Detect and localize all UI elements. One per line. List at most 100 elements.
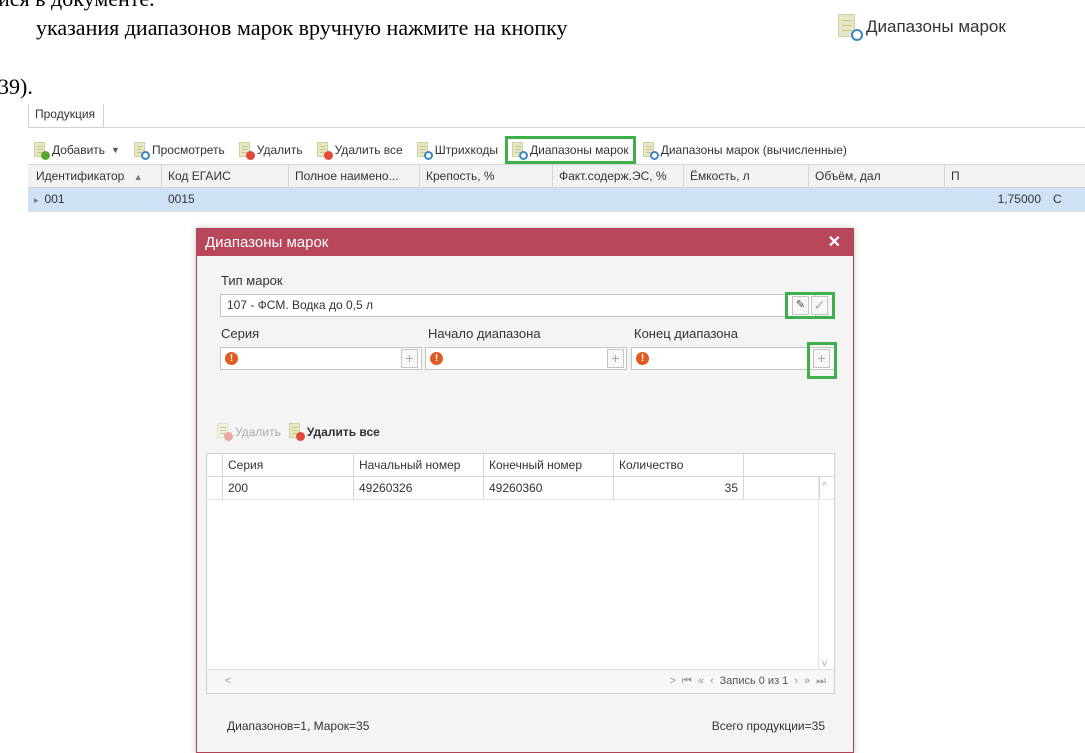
range-start-input[interactable] xyxy=(425,347,627,370)
delete-button[interactable]: Удалить xyxy=(233,137,309,163)
doc-text-line-3: 39). xyxy=(0,74,33,99)
ranges-grid-header: Серия Начальный номер Конечный номер Кол… xyxy=(207,454,834,477)
column-header-more[interactable]: П xyxy=(945,165,985,187)
plus-icon[interactable]: + xyxy=(607,349,624,368)
row-indicator-icon: ▸ xyxy=(34,195,39,205)
table-row[interactable]: ▸ 001 0015 1,75000 С xyxy=(28,188,1085,212)
vertical-scrollbar[interactable]: ^ v xyxy=(818,477,834,671)
edit-pencil-icon[interactable]: ✎ xyxy=(792,296,809,315)
dialog-title: Диапазоны марок xyxy=(205,234,329,251)
dialog-title-bar: Диапазоны марок ✕ xyxy=(197,229,853,256)
series-label: Серия xyxy=(221,326,260,341)
first-page-icon[interactable]: ⏮ xyxy=(682,675,692,688)
document-delete-icon xyxy=(238,141,255,160)
error-icon: ! xyxy=(636,352,649,365)
dialog-toolbar: Удалить Удалить все xyxy=(217,423,380,441)
series-input[interactable] xyxy=(220,347,422,370)
column-header-series[interactable]: Серия xyxy=(223,454,354,476)
sort-ascending-icon: ▲ xyxy=(133,172,143,182)
doc-text-line-1: ися в документе. xyxy=(0,0,155,12)
status-ranges-count: Диапазонов=1, Марок=35 xyxy=(227,719,370,733)
stamp-ranges-calc-button-label: Диапазоны марок (вычисленные) xyxy=(660,143,847,157)
column-header-fact-content[interactable]: Факт.содерж.ЭС, % xyxy=(553,165,684,187)
table-row[interactable]: 200 49260326 49260360 35 xyxy=(207,477,834,500)
column-header-count[interactable]: Количество xyxy=(614,454,744,476)
stamp-ranges-button[interactable]: Диапазоны марок xyxy=(504,136,636,164)
view-button[interactable]: Просмотреть xyxy=(128,137,231,163)
pager-record-text: Запись 0 из 1 xyxy=(719,675,789,687)
document-view-icon xyxy=(838,14,863,41)
column-header-start-number[interactable]: Начальный номер xyxy=(354,454,484,476)
error-icon: ! xyxy=(225,352,238,365)
next-page-fast-icon[interactable]: » xyxy=(804,675,810,688)
row-end-number: 49260360 xyxy=(484,477,614,499)
check-icon[interactable]: ✓ xyxy=(811,296,828,315)
add-button[interactable]: Добавить ▼ xyxy=(28,137,126,163)
stamp-ranges-button-label: Диапазоны марок xyxy=(529,143,629,157)
dialog-delete-all-label: Удалить все xyxy=(306,424,380,439)
scroll-left-icon[interactable]: < xyxy=(225,675,231,687)
document-view-icon xyxy=(416,141,433,160)
doc-stamp-ranges-button-image: Диапазоны марок xyxy=(838,12,1006,42)
products-grid-header: Идентификатор ▲ Код ЕГАИС Полное наимено… xyxy=(28,164,1085,188)
view-button-label: Просмотреть xyxy=(151,143,225,157)
column-header-id-label: Идентификатор xyxy=(36,169,125,183)
error-icon: ! xyxy=(430,352,443,365)
column-header-full-name[interactable]: Полное наимено... xyxy=(289,165,420,187)
tab-products[interactable]: Продукция xyxy=(28,104,105,128)
column-header-volume[interactable]: Объём, дал xyxy=(809,165,945,187)
delete-all-button-label: Удалить все xyxy=(334,143,403,157)
row-series: 200 xyxy=(223,477,354,499)
last-page-icon[interactable]: ⏭ xyxy=(816,675,826,688)
column-header-capacity[interactable]: Ёмкость, л xyxy=(684,165,809,187)
prev-page-icon[interactable]: ‹ xyxy=(710,675,714,688)
scroll-down-icon[interactable]: v xyxy=(822,658,827,669)
dialog-delete-button[interactable]: Удалить xyxy=(217,423,281,441)
pager: > ⏮ « ‹ Запись 0 из 1 › » ⏭ xyxy=(669,675,826,688)
ranges-grid-footer: < > ⏮ « ‹ Запись 0 из 1 › » ⏭ xyxy=(207,669,834,693)
dialog-delete-all-button[interactable]: Удалить все xyxy=(288,423,380,441)
range-end-input[interactable] xyxy=(631,347,835,370)
stamp-type-field[interactable]: 107 - ФСМ. Водка до 0,5 л xyxy=(220,294,816,317)
tab-bar: Продукция xyxy=(28,104,1085,128)
next-page-icon[interactable]: › xyxy=(794,675,798,688)
range-start-label: Начало диапазона xyxy=(428,326,541,341)
row-start-number: 49260326 xyxy=(354,477,484,499)
stamp-type-label: Тип марок xyxy=(221,273,283,288)
row-id: 001 xyxy=(44,192,65,206)
document-view-icon xyxy=(133,141,150,160)
close-icon[interactable]: ✕ xyxy=(828,232,841,252)
delete-all-button[interactable]: Удалить все xyxy=(311,137,409,163)
stamp-ranges-calc-button[interactable]: Диапазоны марок (вычисленные) xyxy=(637,137,853,163)
delete-button-label: Удалить xyxy=(256,143,303,157)
stamp-ranges-dialog: Диапазоны марок ✕ Тип марок 107 - ФСМ. В… xyxy=(196,228,854,753)
range-end-label: Конец диапазона xyxy=(634,326,738,341)
chevron-down-icon: ▼ xyxy=(111,145,120,155)
document-delete-icon xyxy=(217,423,233,441)
scroll-right-icon[interactable]: > xyxy=(669,675,675,688)
ranges-grid: Серия Начальный номер Конечный номер Кол… xyxy=(206,453,835,694)
column-header-strength[interactable]: Крепость, % xyxy=(420,165,553,187)
column-header-end-number[interactable]: Конечный номер xyxy=(484,454,614,476)
column-header-egais[interactable]: Код ЕГАИС xyxy=(162,165,289,187)
barcodes-button[interactable]: Штрихкоды xyxy=(411,137,504,163)
document-delete-icon xyxy=(316,141,333,160)
column-header-id[interactable]: Идентификатор ▲ xyxy=(28,165,162,187)
barcodes-button-label: Штрихкоды xyxy=(434,143,498,157)
plus-icon[interactable]: + xyxy=(401,349,418,368)
doc-text-line-2: указания диапазонов марок вручную нажмит… xyxy=(36,15,568,40)
row-count: 35 xyxy=(614,477,744,499)
row-egais: 0015 xyxy=(168,192,195,206)
row-volume: 1,75000 xyxy=(997,192,1041,206)
doc-stamp-ranges-label: Диапазоны марок xyxy=(866,17,1006,36)
stamp-type-value: 107 - ФСМ. Водка до 0,5 л xyxy=(227,298,373,312)
add-button-label: Добавить xyxy=(52,143,106,157)
plus-icon[interactable]: + xyxy=(813,349,830,368)
document-add-icon xyxy=(34,141,50,160)
prev-page-fast-icon[interactable]: « xyxy=(698,675,704,688)
document-view-icon xyxy=(511,141,528,160)
scroll-up-icon[interactable]: ^ xyxy=(822,481,827,492)
dialog-delete-label: Удалить xyxy=(235,424,281,439)
products-toolbar: Добавить ▼ Просмотреть Удалить Удалить в… xyxy=(28,136,853,164)
document-view-icon xyxy=(642,141,659,160)
